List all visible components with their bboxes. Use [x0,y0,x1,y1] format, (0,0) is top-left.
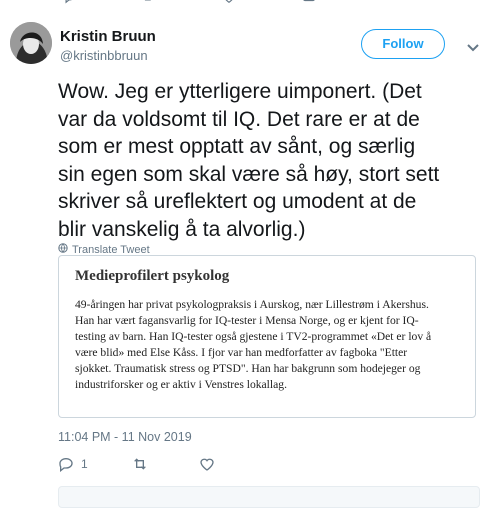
follow-button[interactable]: Follow [361,29,445,59]
like-icon[interactable] [222,0,236,4]
message-icon[interactable] [302,0,316,4]
author-name[interactable]: Kristin Bruun [60,28,156,45]
previous-tweet-actions [62,0,316,4]
reply-input-area[interactable] [58,486,480,508]
like-button[interactable] [199,456,222,472]
quote-body: 49-åringen har privat psykologpraksis i … [75,298,432,391]
reply-icon [59,457,73,472]
tweet-timestamp[interactable]: 11:04 PM - 11 Nov 2019 [58,430,192,444]
reply-button[interactable]: 1 [58,456,88,472]
retweet-button[interactable] [132,456,155,472]
tweet-text: Wow. Jeg er ytterligere uimponert. (Det … [58,80,440,241]
retweet-icon[interactable] [142,0,156,4]
reply-icon[interactable] [62,0,76,4]
retweet-icon [133,458,146,470]
tweet-actions: 1 [58,456,266,472]
quote-title: Medieprofilert psykolog [75,268,230,284]
avatar[interactable] [10,22,52,64]
chevron-down-icon[interactable] [466,40,480,58]
author-handle[interactable]: @kristinbbruun [60,48,148,63]
translate-label: Translate Tweet [72,243,150,256]
reply-count: 1 [81,457,88,471]
quoted-image-card[interactable]: Medieprofilert psykolog 49-åringen har p… [58,255,476,418]
like-icon [200,458,214,471]
